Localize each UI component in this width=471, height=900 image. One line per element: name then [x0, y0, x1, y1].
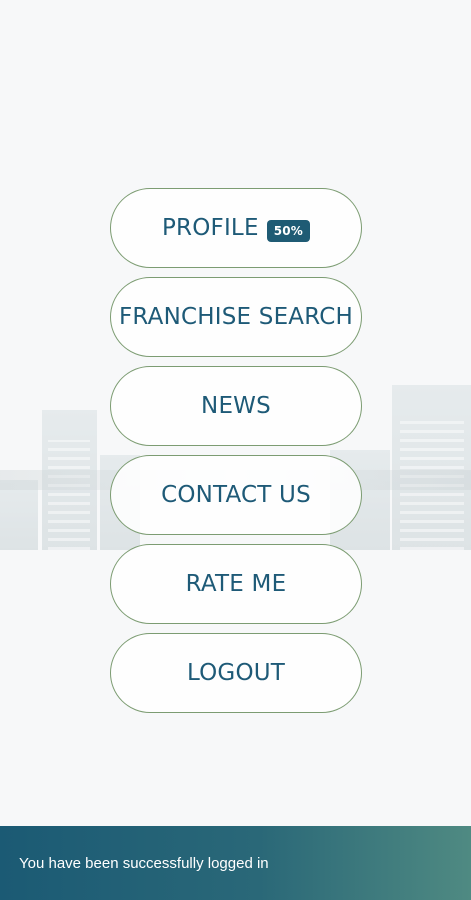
- logout-label: LOGOUT: [186, 660, 286, 686]
- snackbar: You have been successfully logged in: [0, 826, 471, 900]
- profile-label: PROFILE: [161, 215, 259, 241]
- snackbar-message: You have been successfully logged in: [19, 854, 269, 872]
- profile-completion-badge: 50%: [266, 220, 311, 242]
- news-label: NEWS: [201, 393, 271, 419]
- news-button[interactable]: NEWS: [110, 366, 362, 446]
- rate-me-label: RATE ME: [185, 571, 287, 597]
- main-menu: PROFILE 50% FRANCHISE SEARCH NEWS CONTAC…: [110, 188, 362, 722]
- profile-button[interactable]: PROFILE 50%: [110, 188, 362, 268]
- rate-me-button[interactable]: RATE ME: [110, 544, 362, 624]
- logout-button[interactable]: LOGOUT: [110, 633, 362, 713]
- franchise-search-button[interactable]: FRANCHISE SEARCH: [110, 277, 362, 357]
- franchise-search-label: FRANCHISE SEARCH: [118, 304, 354, 330]
- contact-us-label: CONTACT US: [161, 482, 311, 508]
- contact-us-button[interactable]: CONTACT US: [110, 455, 362, 535]
